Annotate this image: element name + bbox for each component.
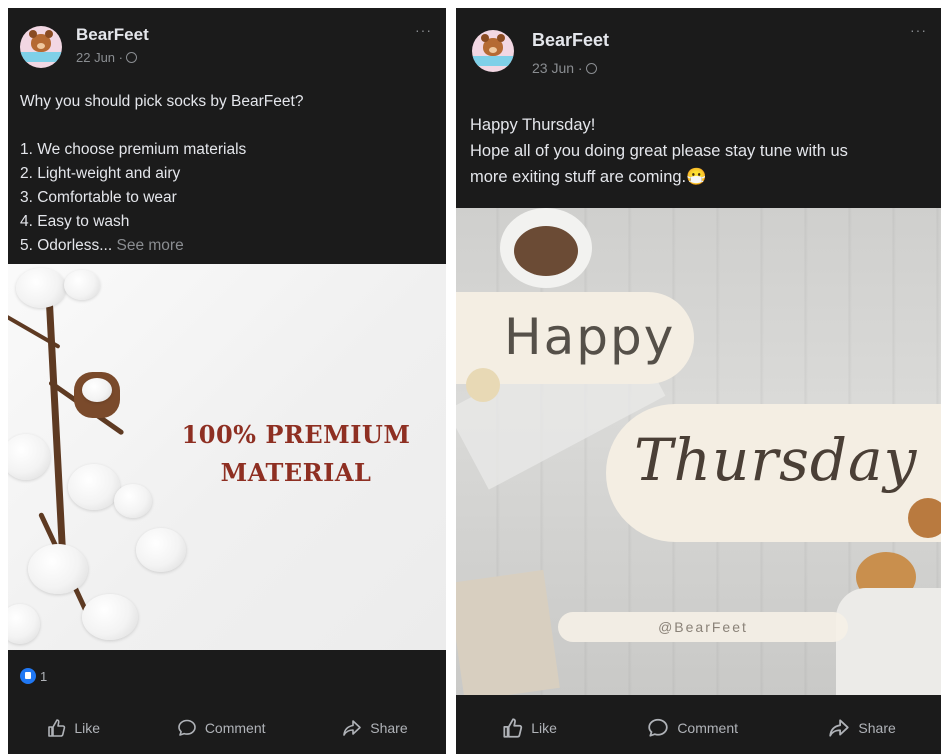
- like-label: Like: [74, 720, 101, 736]
- cotton-boll: [16, 268, 66, 308]
- reaction-summary[interactable]: 1: [20, 668, 47, 684]
- like-icon: [48, 719, 66, 737]
- cotton-boll: [82, 378, 112, 402]
- dried-flower: [466, 368, 500, 402]
- cotton-boll: [64, 270, 100, 300]
- like-icon: [503, 718, 523, 738]
- share-label: Share: [858, 720, 896, 736]
- bear-snout: [37, 43, 45, 49]
- image-handle: @BearFeet: [558, 612, 848, 642]
- comment-label: Comment: [204, 720, 266, 736]
- post-text-line: 2. Light-weight and airy: [20, 165, 181, 182]
- like-label: Like: [531, 720, 557, 736]
- cotton-boll: [114, 484, 152, 518]
- post-date-text: 22 Jun ·: [76, 50, 123, 65]
- see-more-link[interactable]: See more: [117, 237, 184, 254]
- comment-icon: [648, 718, 668, 737]
- bear-logo-icon: [29, 30, 53, 52]
- bear-logo-icon: [481, 34, 505, 56]
- comment-button[interactable]: Comment: [177, 718, 266, 738]
- comment-button[interactable]: Comment: [647, 717, 738, 739]
- cotton-boll: [28, 544, 88, 594]
- avatar-band: [472, 56, 514, 66]
- action-bar: Like Comment Share: [456, 702, 941, 754]
- post-date[interactable]: 22 Jun ·: [76, 50, 137, 65]
- happy-word: Happy: [504, 308, 676, 366]
- post-image[interactable]: 100% PREMIUM MATERIAL: [8, 264, 446, 650]
- cotton-boll: [8, 434, 50, 480]
- post-text-line: 1. We choose premium materials: [20, 141, 247, 158]
- post-text-line: [20, 114, 303, 138]
- share-button[interactable]: Share: [342, 718, 408, 738]
- author-avatar[interactable]: [20, 26, 62, 68]
- knit-blanket: [836, 588, 941, 695]
- post-header: BearFeet 22 Jun · ···: [8, 8, 446, 86]
- author-name[interactable]: BearFeet: [76, 25, 149, 45]
- author-avatar[interactable]: [472, 30, 514, 72]
- share-icon: [343, 720, 362, 736]
- action-bar: Like Comment Share: [8, 702, 446, 754]
- post-2: BearFeet 23 Jun · ··· Happy Thursday! Ho…: [456, 8, 941, 754]
- post-text-line: Why you should pick socks by BearFeet?: [20, 93, 304, 110]
- truncated-text: 5. Odorless...: [20, 237, 113, 254]
- share-label: Share: [370, 720, 408, 736]
- avatar-band: [20, 52, 62, 62]
- reaction-count: 1: [40, 669, 48, 684]
- headline-line-2: MATERIAL: [220, 458, 372, 487]
- post-date-text: 23 Jun ·: [532, 60, 583, 76]
- comment-label: Comment: [677, 720, 738, 736]
- like-reaction-icon: [20, 668, 36, 684]
- post-text-truncated-line: 5. Odorless... See more: [20, 234, 303, 258]
- open-book: [456, 569, 560, 695]
- share-icon: [829, 719, 850, 737]
- post-text-line: more exiting stuff are coming.😷: [470, 168, 707, 186]
- dried-flower: [908, 498, 941, 538]
- post-text: Why you should pick socks by BearFeet? 1…: [20, 90, 303, 258]
- post-text-line: Hope all of you doing great please stay …: [470, 142, 848, 160]
- globe-icon: [125, 52, 137, 63]
- post-header: BearFeet 23 Jun · ···: [456, 8, 941, 86]
- like-button[interactable]: Like: [501, 717, 557, 739]
- coffee: [514, 226, 578, 276]
- cotton-boll: [8, 604, 40, 644]
- premium-headline: 100% PREMIUM MATERIAL: [176, 416, 416, 492]
- post-date[interactable]: 23 Jun ·: [532, 60, 597, 76]
- post-text-line: 4. Easy to wash: [20, 213, 130, 230]
- headline-line-1: 100% PREMIUM: [181, 420, 411, 449]
- cotton-boll: [136, 528, 186, 572]
- post-text: Happy Thursday! Hope all of you doing gr…: [470, 112, 848, 190]
- bear-snout: [489, 47, 497, 53]
- comment-icon: [178, 719, 196, 736]
- cotton-boll: [68, 464, 120, 510]
- more-options-icon[interactable]: ···: [910, 22, 927, 38]
- like-button[interactable]: Like: [46, 718, 100, 738]
- post-text-line: Happy Thursday!: [470, 116, 596, 134]
- globe-icon: [585, 63, 597, 74]
- post-1: BearFeet 22 Jun · ··· Why you should pic…: [8, 8, 446, 754]
- more-options-icon[interactable]: ···: [415, 22, 432, 38]
- author-name[interactable]: BearFeet: [532, 30, 609, 51]
- share-button[interactable]: Share: [828, 717, 896, 739]
- cotton-boll: [82, 594, 138, 640]
- post-text-line: 3. Comfortable to wear: [20, 189, 177, 206]
- thursday-word: Thursday: [634, 426, 918, 494]
- post-image[interactable]: Happy Thursday @BearFeet: [456, 208, 941, 695]
